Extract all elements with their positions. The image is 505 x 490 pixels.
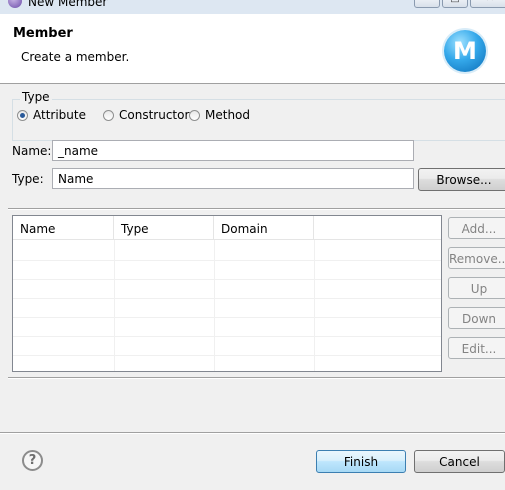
up-button[interactable]: Up bbox=[448, 277, 505, 299]
grid-line bbox=[13, 260, 441, 261]
maximize-icon: □ bbox=[443, 0, 467, 4]
separator bbox=[8, 208, 505, 210]
members-table[interactable]: Name Type Domain bbox=[12, 215, 442, 372]
grid-line bbox=[13, 355, 441, 356]
grid-line bbox=[13, 336, 441, 337]
dialog-body: Type Attribute Constructor Method Name: … bbox=[0, 84, 505, 490]
cancel-button[interactable]: Cancel bbox=[414, 450, 505, 473]
add-button[interactable]: Add... bbox=[448, 217, 505, 239]
finish-button[interactable]: Finish bbox=[316, 450, 406, 473]
radio-method-label[interactable]: Method bbox=[205, 108, 250, 122]
wizard-header: Member Create a member. M bbox=[0, 14, 505, 84]
edit-button[interactable]: Edit... bbox=[448, 337, 505, 359]
minimize-icon: – bbox=[415, 0, 439, 4]
eclipse-icon bbox=[8, 0, 22, 8]
grid-line bbox=[13, 317, 441, 318]
member-m-icon: M bbox=[444, 30, 486, 72]
type-input[interactable]: Name bbox=[52, 168, 414, 189]
name-input[interactable]: _name bbox=[52, 140, 414, 161]
help-icon[interactable]: ? bbox=[22, 450, 43, 471]
grid-line bbox=[13, 298, 441, 299]
separator bbox=[8, 377, 505, 379]
maximize-button[interactable]: □ bbox=[442, 0, 468, 8]
column-header-name[interactable]: Name bbox=[13, 216, 114, 240]
window-titlebar: New Member – □ ✕ bbox=[0, 0, 505, 14]
column-header-filler bbox=[314, 216, 441, 240]
footer-separator bbox=[0, 432, 505, 434]
radio-constructor-label[interactable]: Constructor bbox=[119, 108, 189, 122]
column-header-type[interactable]: Type bbox=[114, 216, 214, 240]
name-label: Name: bbox=[12, 144, 52, 158]
close-icon: ✕ bbox=[471, 0, 505, 4]
radio-attribute-label[interactable]: Attribute bbox=[33, 108, 86, 122]
type-group-legend: Type bbox=[20, 90, 52, 104]
column-header-domain[interactable]: Domain bbox=[214, 216, 314, 240]
remove-button[interactable]: Remove... bbox=[448, 247, 505, 269]
page-title: Member bbox=[13, 26, 73, 41]
minimize-button[interactable]: – bbox=[414, 0, 440, 8]
radio-constructor[interactable] bbox=[103, 110, 114, 121]
browse-button[interactable]: Browse... bbox=[418, 168, 505, 191]
down-button[interactable]: Down bbox=[448, 307, 505, 329]
radio-method[interactable] bbox=[189, 110, 200, 121]
radio-attribute[interactable] bbox=[17, 110, 28, 121]
close-button[interactable]: ✕ bbox=[470, 0, 505, 8]
page-description: Create a member. bbox=[21, 50, 130, 64]
type-label: Type: bbox=[12, 172, 44, 186]
grid-line bbox=[13, 279, 441, 280]
window-title: New Member bbox=[28, 0, 108, 9]
